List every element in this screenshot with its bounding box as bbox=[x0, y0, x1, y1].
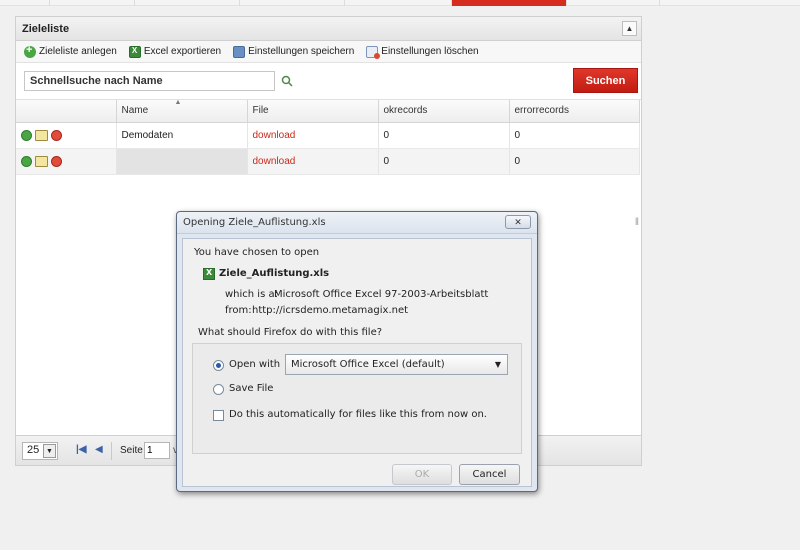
top-tab[interactable] bbox=[50, 0, 135, 6]
create-list-button[interactable]: Zieleliste anlegen bbox=[24, 44, 117, 58]
row-actions bbox=[16, 122, 117, 149]
file-type-value: Microsoft Office Excel 97-2003-Arbeitsbl… bbox=[274, 289, 489, 300]
open-with-app-select[interactable]: Microsoft Office Excel (default) ▼ bbox=[285, 354, 508, 375]
dialog-question: What should Firefox do with this file? bbox=[198, 327, 383, 338]
file-type-label: which is a: bbox=[225, 289, 278, 300]
activate-icon[interactable] bbox=[21, 129, 32, 141]
chevron-down-icon: ▼ bbox=[494, 360, 501, 369]
column-header-okrecords[interactable]: okrecords bbox=[378, 100, 510, 123]
open-with-label[interactable]: Open with bbox=[229, 359, 280, 370]
column-header-file[interactable]: File bbox=[247, 100, 379, 123]
auto-action-label[interactable]: Do this automatically for files like thi… bbox=[229, 409, 487, 420]
top-tab-strip bbox=[0, 0, 800, 6]
delete-icon[interactable] bbox=[51, 129, 62, 141]
chevron-down-icon: ▼ bbox=[43, 444, 56, 458]
search-row: Suchen bbox=[16, 63, 641, 100]
file-name: Ziele_Auflistung.xls bbox=[219, 268, 330, 279]
dialog-body: You have chosen to open Ziele_Auflistung… bbox=[182, 238, 532, 487]
pager-divider bbox=[111, 442, 112, 460]
download-link[interactable]: download bbox=[247, 148, 379, 175]
page-size-select[interactable]: 25 ▼ bbox=[22, 442, 58, 460]
column-header-errorrecords[interactable]: errorrecords bbox=[509, 100, 640, 123]
search-input[interactable] bbox=[24, 71, 275, 91]
open-with-radio[interactable] bbox=[213, 360, 224, 371]
top-tab[interactable] bbox=[345, 0, 452, 6]
table-header-row: ▲ Name File okrecords errorrecords bbox=[16, 99, 640, 123]
search-button[interactable]: Suchen bbox=[573, 68, 638, 93]
panel-title: Zieleliste bbox=[22, 23, 70, 35]
cell-okrecords: 0 bbox=[378, 122, 510, 149]
page-size-value: 25 bbox=[27, 444, 40, 456]
first-page-icon[interactable]: |◀ bbox=[76, 444, 87, 455]
download-link[interactable]: download bbox=[247, 122, 379, 149]
sort-arrow-icon: ▲ bbox=[174, 99, 182, 106]
edit-icon[interactable] bbox=[35, 155, 48, 167]
delete-icon[interactable] bbox=[51, 155, 62, 167]
export-excel-label: Excel exportieren bbox=[143, 46, 222, 57]
file-source-value: http://icrsdemo.metamagix.net bbox=[252, 305, 409, 316]
save-file-label[interactable]: Save File bbox=[229, 383, 273, 394]
page-number-input[interactable] bbox=[144, 442, 170, 459]
cancel-button[interactable]: Cancel bbox=[459, 464, 520, 485]
top-tab[interactable] bbox=[567, 0, 660, 6]
delete-settings-label: Einstellungen löschen bbox=[381, 46, 479, 57]
excel-icon bbox=[128, 45, 141, 58]
auto-action-checkbox[interactable] bbox=[213, 410, 224, 421]
file-source-label: from: bbox=[225, 305, 252, 316]
edit-icon[interactable] bbox=[35, 129, 48, 141]
toolbar: Zieleliste anlegen Excel exportieren Ein… bbox=[16, 41, 641, 63]
save-icon bbox=[233, 45, 246, 58]
cell-name: Demodaten bbox=[116, 122, 248, 149]
export-excel-button[interactable]: Excel exportieren bbox=[128, 45, 222, 58]
search-filter-icon[interactable] bbox=[281, 75, 293, 87]
open-with-app-value: Microsoft Office Excel (default) bbox=[291, 359, 445, 370]
cell-okrecords: 0 bbox=[378, 148, 510, 175]
excel-file-icon bbox=[203, 268, 215, 280]
open-file-dialog: Opening Ziele_Auflistung.xls ✕ You have … bbox=[176, 211, 538, 492]
panel-header: Zieleliste ▲ bbox=[16, 17, 641, 41]
delete-settings-button[interactable]: Einstellungen löschen bbox=[366, 45, 479, 59]
top-tab[interactable] bbox=[0, 0, 50, 6]
collapse-icon[interactable]: ▲ bbox=[622, 21, 637, 36]
save-file-radio[interactable] bbox=[213, 384, 224, 395]
column-header-name[interactable]: ▲ Name bbox=[116, 99, 248, 123]
cell-name bbox=[116, 148, 248, 175]
top-tab-active[interactable] bbox=[452, 0, 567, 6]
dialog-title: Opening Ziele_Auflistung.xls bbox=[183, 217, 326, 228]
column-header-label: Name bbox=[121, 105, 149, 117]
add-icon bbox=[24, 44, 36, 58]
cell-errorrecords: 0 bbox=[509, 122, 640, 149]
create-list-label: Zieleliste anlegen bbox=[39, 46, 117, 57]
dialog-titlebar[interactable]: Opening Ziele_Auflistung.xls ✕ bbox=[177, 212, 537, 234]
action-options-group: Open with Microsoft Office Excel (defaul… bbox=[192, 343, 522, 454]
dialog-intro: You have chosen to open bbox=[194, 247, 320, 258]
table-row: download 0 0 bbox=[16, 148, 640, 175]
actions-column-header bbox=[16, 100, 117, 123]
close-icon[interactable]: ✕ bbox=[505, 215, 531, 229]
ok-button[interactable]: OK bbox=[392, 464, 452, 485]
top-tab[interactable] bbox=[135, 0, 240, 6]
activate-icon[interactable] bbox=[21, 155, 32, 167]
delete-settings-icon bbox=[366, 45, 381, 59]
resize-grip-icon[interactable]: ‖ bbox=[635, 217, 639, 228]
row-actions bbox=[16, 148, 117, 175]
top-tab[interactable] bbox=[240, 0, 345, 6]
cell-errorrecords: 0 bbox=[509, 148, 640, 175]
page-label: Seite bbox=[120, 445, 143, 456]
prev-page-icon[interactable]: ◀ bbox=[95, 444, 103, 455]
save-settings-label: Einstellungen speichern bbox=[248, 46, 355, 57]
results-table: ▲ Name File okrecords errorrecords Demoda… bbox=[16, 99, 640, 175]
save-settings-button[interactable]: Einstellungen speichern bbox=[233, 45, 355, 58]
table-row: Demodaten download 0 0 bbox=[16, 122, 640, 149]
